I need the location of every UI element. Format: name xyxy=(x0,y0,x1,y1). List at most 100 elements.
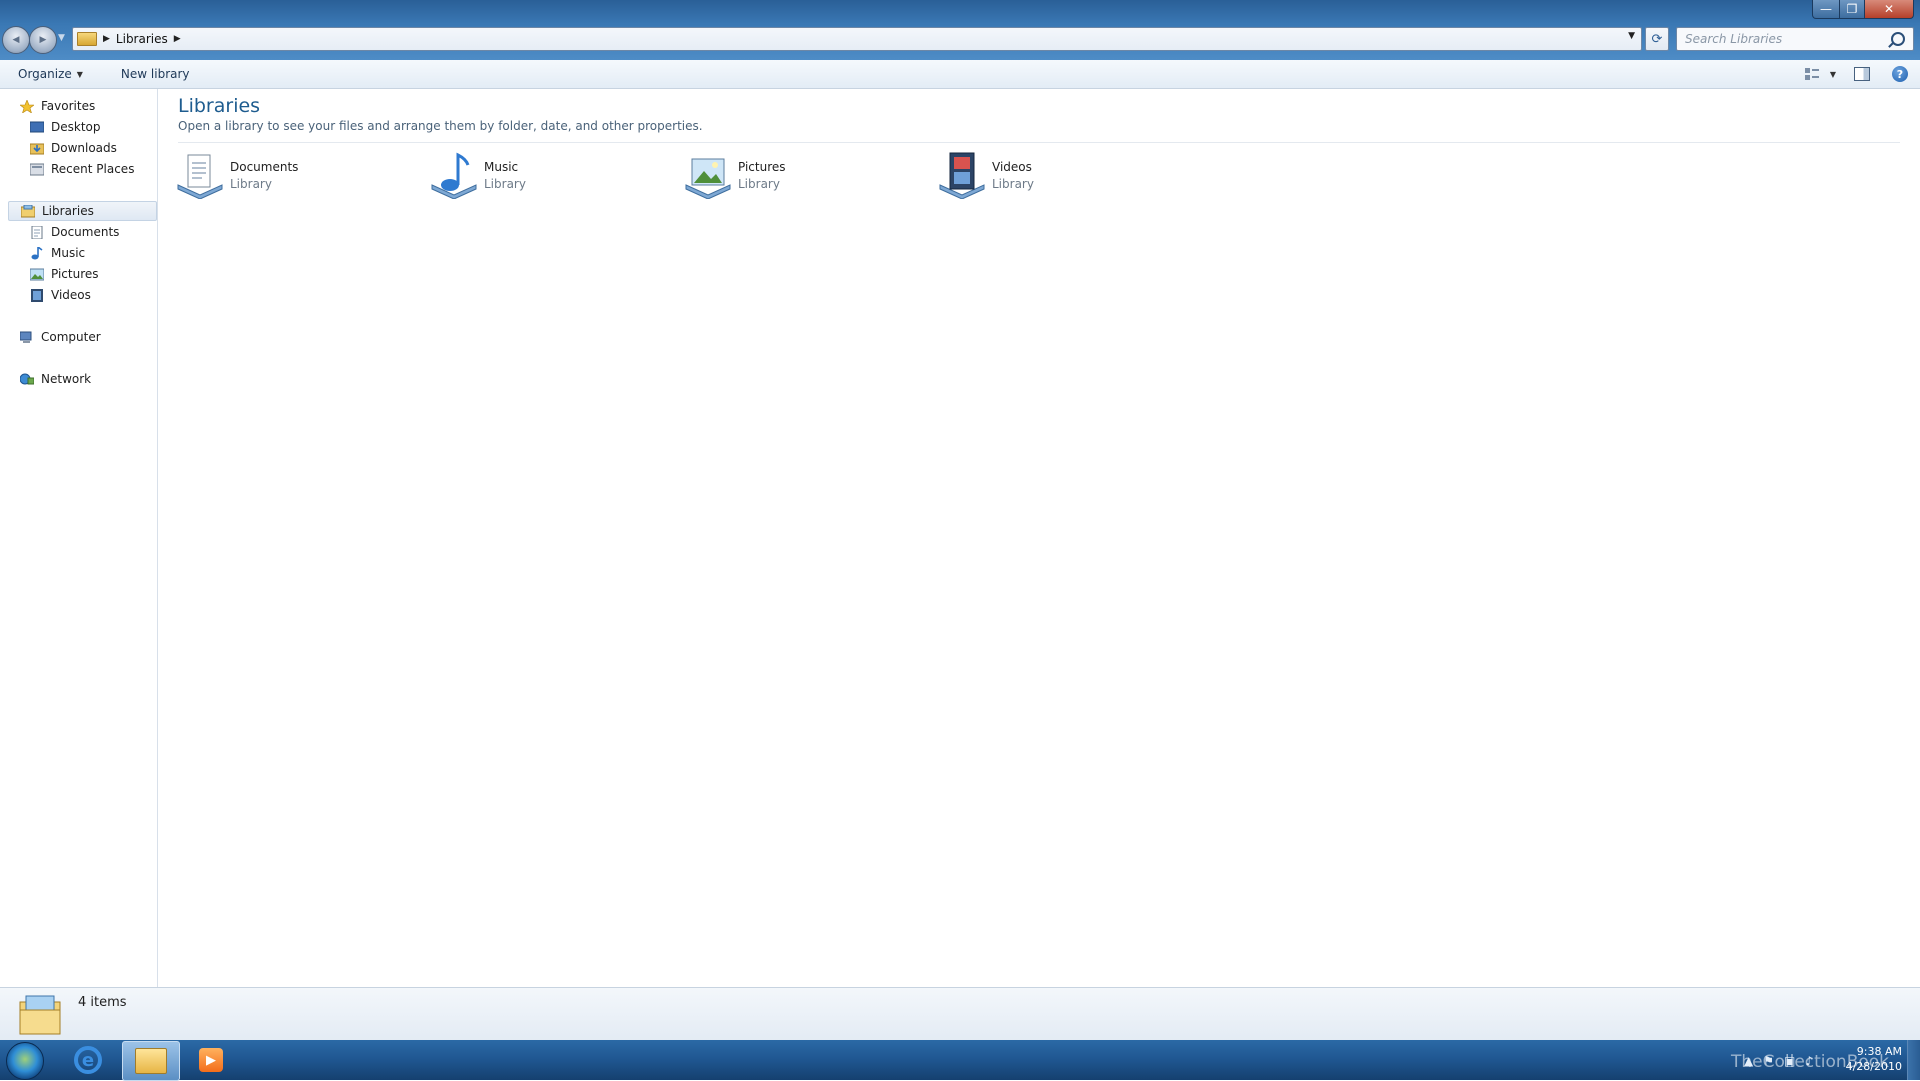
details-pane: 4 items xyxy=(0,987,1920,1041)
sidebar-item-videos[interactable]: Videos xyxy=(30,286,91,304)
breadcrumb-separator-icon[interactable]: ▶ xyxy=(103,34,110,44)
sidebar-item-computer[interactable]: Computer xyxy=(20,328,101,346)
minimize-button[interactable]: — xyxy=(1812,0,1840,19)
new-library-button[interactable]: New library xyxy=(111,62,200,86)
search-input[interactable]: Search Libraries xyxy=(1676,27,1914,51)
libraries-content: Libraries Open a library to see your fil… xyxy=(158,89,1920,987)
network-status-icon[interactable]: ▣ xyxy=(1784,1054,1795,1068)
start-button[interactable] xyxy=(6,1042,44,1080)
sidebar-item-desktop[interactable]: Desktop xyxy=(30,118,101,136)
sidebar-label: Libraries xyxy=(42,204,94,218)
sidebar-item-pictures[interactable]: Pictures xyxy=(30,265,99,283)
downloads-folder-icon xyxy=(30,143,44,154)
music-note-icon xyxy=(31,246,43,259)
help-icon[interactable]: ? xyxy=(1892,66,1908,82)
computer-icon xyxy=(20,331,32,343)
divider xyxy=(178,142,1900,143)
film-icon xyxy=(31,288,43,302)
libraries-icon xyxy=(21,204,35,217)
pictures-library-icon xyxy=(685,158,731,199)
sidebar-item-music[interactable]: Music xyxy=(30,244,85,262)
back-button[interactable]: ◀ xyxy=(2,26,30,54)
command-bar: Organize ▼ New library ▼ ? xyxy=(0,60,1920,89)
library-tile-music[interactable]: Music Library xyxy=(430,147,670,203)
documents-library-icon xyxy=(177,154,223,199)
taskbar-media-player[interactable]: ▶ xyxy=(183,1041,239,1079)
item-count: 4 items xyxy=(78,995,127,1010)
libraries-folder-icon xyxy=(77,32,97,46)
network-icon xyxy=(20,373,34,384)
library-type: Library xyxy=(484,176,526,191)
sidebar-label: Network xyxy=(41,372,92,386)
search-icon[interactable] xyxy=(1891,32,1905,46)
show-desktop-button[interactable] xyxy=(1907,1040,1920,1080)
clock-time: 9:38 AM xyxy=(1856,1045,1902,1058)
library-name: Documents xyxy=(230,159,299,174)
libraries-folder-icon xyxy=(19,995,61,1035)
clock[interactable]: 9:38 AM 4/28/2010 xyxy=(1846,1044,1902,1074)
volume-icon[interactable]: ♪ xyxy=(1805,1054,1813,1068)
notification-area: ▲ ⚑ ▣ ♪ xyxy=(1744,1054,1813,1068)
search-placeholder: Search Libraries xyxy=(1685,32,1783,46)
sidebar-label: Documents xyxy=(51,225,120,239)
close-button[interactable]: ✕ xyxy=(1864,0,1914,19)
desktop-icon xyxy=(30,121,44,132)
sidebar-item-network[interactable]: Network xyxy=(20,370,91,388)
sidebar-item-downloads[interactable]: Downloads xyxy=(30,139,117,157)
picture-icon xyxy=(30,268,44,280)
library-name: Videos xyxy=(992,159,1032,174)
refresh-icon: ⟳ xyxy=(1651,31,1663,47)
maximize-button[interactable]: ❐ xyxy=(1839,0,1865,19)
refresh-button[interactable]: ⟳ xyxy=(1645,27,1669,51)
library-type: Library xyxy=(230,176,272,191)
sidebar-label: Pictures xyxy=(51,267,99,281)
forward-arrow-icon: ▶ xyxy=(39,35,47,45)
address-bar[interactable]: ▶ Libraries ▶ ▼ xyxy=(72,27,1642,51)
show-hidden-icons-icon[interactable]: ▲ xyxy=(1744,1054,1753,1068)
recent-pages-dropdown[interactable]: ▼ xyxy=(58,33,65,43)
taskbar: e ▶ TheCollectionBook ▲ ⚑ ▣ ♪ 9:38 AM 4/… xyxy=(0,1040,1920,1081)
navigation-pane: Favorites Desktop Downloads Recent Place… xyxy=(0,89,158,987)
sidebar-label: Downloads xyxy=(51,141,117,155)
explorer-folder-icon xyxy=(135,1048,167,1074)
address-history-dropdown[interactable]: ▼ xyxy=(1628,31,1635,41)
taskbar-windows-explorer[interactable] xyxy=(122,1041,180,1081)
forward-button[interactable]: ▶ xyxy=(29,26,57,54)
sidebar-label: Videos xyxy=(51,288,91,302)
library-name: Music xyxy=(484,159,519,174)
internet-explorer-icon: e xyxy=(74,1046,102,1074)
change-view-icon[interactable] xyxy=(1804,68,1819,80)
taskbar-internet-explorer[interactable]: e xyxy=(60,1041,116,1079)
sidebar-item-documents[interactable]: Documents xyxy=(30,223,119,241)
recent-places-icon xyxy=(30,163,44,175)
media-player-icon: ▶ xyxy=(199,1048,223,1072)
sidebar-label: Desktop xyxy=(51,120,101,134)
action-center-flag-icon[interactable]: ⚑ xyxy=(1763,1054,1774,1068)
page-subtitle: Open a library to see your files and arr… xyxy=(178,119,703,133)
sidebar-label: Recent Places xyxy=(51,162,135,176)
tile-text: Music Library xyxy=(484,160,526,191)
chevron-down-icon: ▼ xyxy=(76,69,83,79)
title-bar: — ❐ ✕ ◀ ▶ ▼ ▶ Libraries ▶ ▼ ⟳ Search Lib… xyxy=(0,0,1920,60)
tile-text: Documents Library xyxy=(230,160,298,191)
star-icon xyxy=(20,99,34,113)
tile-text: Videos Library xyxy=(992,160,1034,191)
library-tile-videos[interactable]: Videos Library xyxy=(938,147,1178,203)
breadcrumb-libraries[interactable]: Libraries xyxy=(116,32,168,46)
organize-button[interactable]: Organize ▼ xyxy=(8,62,93,86)
sidebar-label: Music xyxy=(51,246,86,260)
sidebar-label: Computer xyxy=(41,330,101,344)
new-library-label: New library xyxy=(120,67,190,81)
organize-label: Organize xyxy=(18,67,72,81)
library-tile-documents[interactable]: Documents Library xyxy=(176,147,416,203)
library-tile-pictures[interactable]: Pictures Library xyxy=(684,147,924,203)
preview-pane-icon[interactable] xyxy=(1854,67,1870,81)
tile-text: Pictures Library xyxy=(738,160,786,191)
back-arrow-icon: ◀ xyxy=(12,35,20,45)
sidebar-item-libraries[interactable]: Libraries xyxy=(8,201,157,221)
views-dropdown-icon[interactable]: ▼ xyxy=(1830,70,1836,79)
library-type: Library xyxy=(738,176,780,191)
sidebar-item-favorites[interactable]: Favorites xyxy=(20,97,95,115)
breadcrumb-separator-icon[interactable]: ▶ xyxy=(174,34,181,44)
sidebar-item-recent-places[interactable]: Recent Places xyxy=(30,160,134,178)
